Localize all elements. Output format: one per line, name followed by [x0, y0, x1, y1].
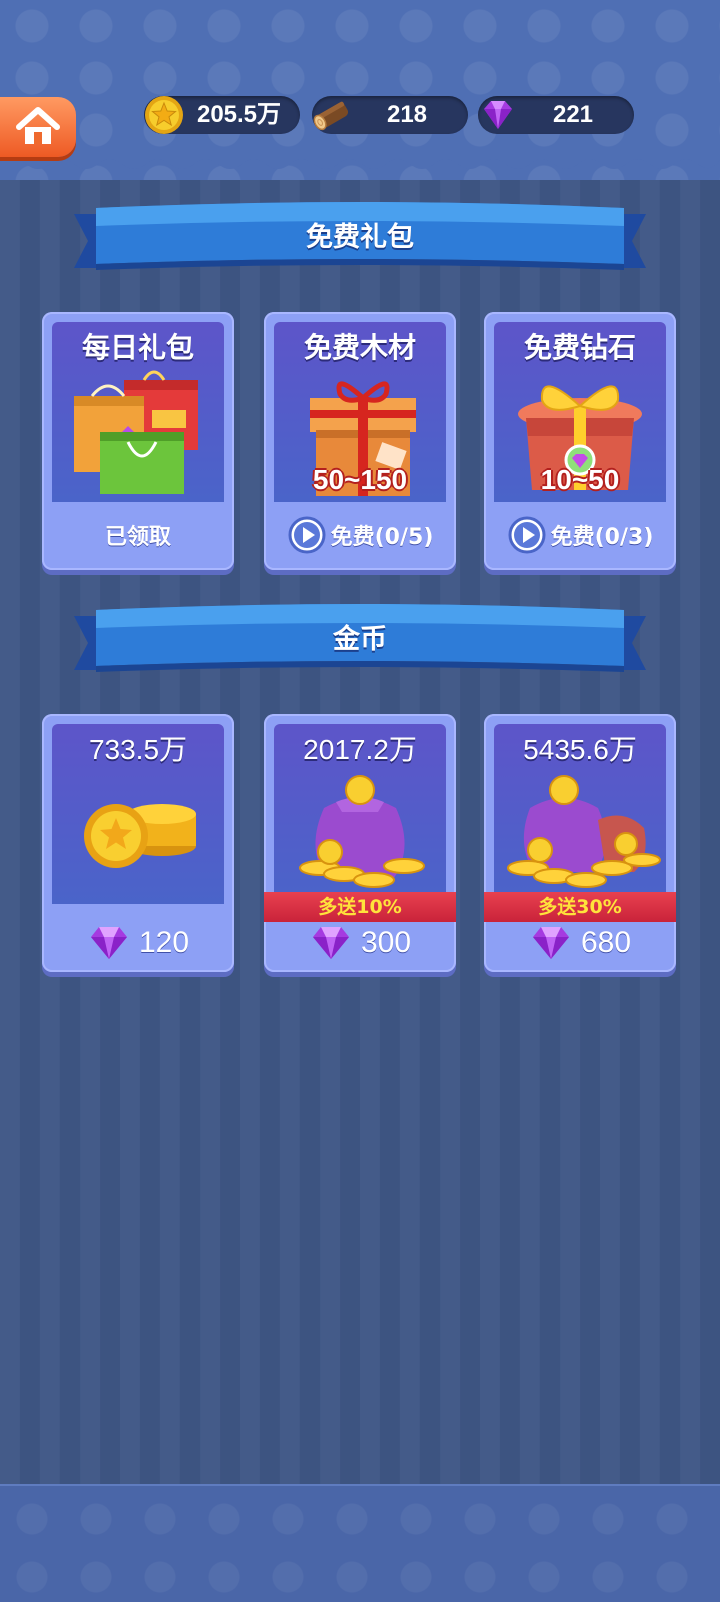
card-art-panel: 2017.2万: [274, 724, 446, 904]
coin-amount: 5435.6万: [523, 734, 637, 765]
coin-counter: 205.5万: [144, 96, 300, 134]
coin-amount: 2017.2万: [303, 734, 417, 765]
gem-price: 300: [360, 926, 412, 959]
card-title: 免费木材: [303, 331, 416, 364]
section-banner-free-gifts: 免费礼包: [74, 198, 646, 282]
card-footer: 已领取: [42, 504, 234, 566]
claimed-status: 已领取: [104, 525, 171, 550]
wood-range-label: 50~150: [312, 464, 408, 495]
card-art-panel: 5435.6万: [494, 724, 666, 904]
coin-bag-icon: [299, 775, 425, 888]
daily-gift-card[interactable]: 每日礼包 已领取: [42, 312, 234, 570]
card-art-panel: 每日礼包: [52, 322, 224, 502]
card-art-panel: 733.5万: [52, 724, 224, 904]
gem-icon: [312, 927, 349, 959]
card-title: 每日礼包: [81, 331, 194, 364]
bottom-bar: [0, 1484, 720, 1602]
top-bar: 205.5万 218 221: [0, 0, 720, 180]
card-art-panel: 免费钻石 10~50: [494, 322, 666, 502]
shopping-bags-icon: [74, 370, 198, 494]
buy-button[interactable]: 680: [484, 920, 676, 966]
gem-icon: [484, 101, 512, 129]
coin-pack-card-medium[interactable]: 2017.2万 多送10% 300: [264, 714, 456, 972]
coin-pack-card-small[interactable]: 733.5万 120: [42, 714, 234, 972]
wood-log-icon: [313, 101, 349, 131]
gem-price: 680: [580, 926, 632, 959]
card-title: 免费钻石: [523, 331, 636, 364]
watch-ad-button[interactable]: 免费(0/3): [484, 504, 676, 566]
bonus-ribbon: 多送30%: [484, 892, 676, 922]
play-video-icon: [508, 516, 546, 554]
section-title-free-gifts: 免费礼包: [306, 222, 414, 253]
buy-button[interactable]: 120: [42, 920, 234, 966]
section-title-coins: 金币: [333, 624, 387, 655]
free-count-label: 免费(0/3): [550, 525, 654, 550]
gem-price: 120: [138, 926, 190, 959]
section-banner-coins: 金币: [74, 600, 646, 684]
buy-button[interactable]: 300: [264, 920, 456, 966]
coin-stack-icon: [84, 804, 196, 868]
wood-count: 218: [386, 101, 428, 128]
free-count-label: 免费(0/5): [330, 525, 434, 550]
watch-ad-button[interactable]: 免费(0/5): [264, 504, 456, 566]
gem-counter: 221: [478, 96, 634, 134]
wood-counter: 218: [312, 96, 468, 134]
gem-range-label: 10~50: [540, 464, 620, 495]
coin-bags-icon: [507, 775, 661, 888]
gem-count: 221: [552, 101, 594, 128]
free-gems-card[interactable]: 免费钻石 10~50 免费(0/3): [484, 312, 676, 570]
coin-pack-card-large[interactable]: 5435.6万 多送30% 680: [484, 714, 676, 972]
coin-icon: [145, 96, 183, 134]
gem-icon: [532, 927, 569, 959]
home-icon: [16, 107, 60, 144]
gem-icon: [90, 927, 127, 959]
play-video-icon: [288, 516, 326, 554]
bonus-ribbon: 多送10%: [264, 892, 456, 922]
coin-count: 205.5万: [196, 101, 282, 128]
card-art-panel: 免费木材 50~150: [274, 322, 446, 502]
coin-amount: 733.5万: [88, 734, 188, 765]
header-scallop-edge: [0, 154, 720, 169]
home-button[interactable]: [0, 97, 76, 157]
free-wood-card[interactable]: 免费木材 50~150 免费(0/5): [264, 312, 456, 570]
